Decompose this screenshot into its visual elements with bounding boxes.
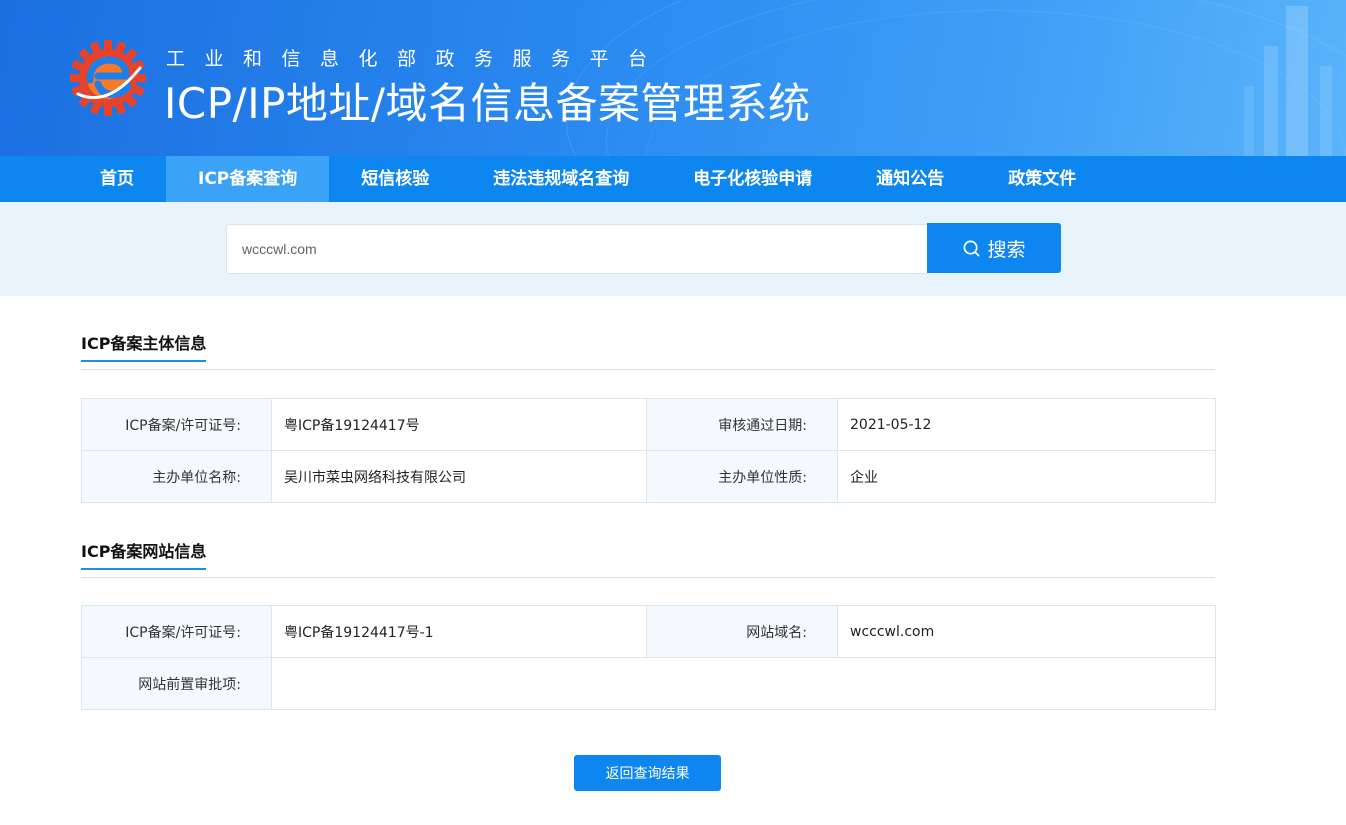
- nav-item-home[interactable]: 首页: [68, 156, 166, 202]
- search-button-label: 搜索: [987, 238, 1026, 261]
- field-value: 2021-05-12: [837, 398, 1216, 451]
- subject-section-header: ICP备案主体信息: [81, 330, 1215, 370]
- search-button[interactable]: 搜索: [927, 223, 1061, 273]
- field-label: 主办单位名称:: [81, 450, 272, 503]
- nav-item-icp-query[interactable]: ICP备案查询: [166, 156, 330, 202]
- field-value: wcccwl.com: [837, 605, 1216, 658]
- field-label: 网站前置审批项:: [81, 657, 272, 710]
- main-nav: 首页 ICP备案查询 短信核验 违法违规域名查询 电子化核验申请 通知公告 政策…: [0, 156, 1346, 202]
- section-title: ICP备案网站信息: [81, 538, 207, 570]
- field-value: [271, 657, 1216, 710]
- table-row: 网站前置审批项:: [81, 657, 1216, 710]
- header-banner: 工业和信息化部政务服务平台 ICP/IP地址/域名信息备案管理系统: [0, 0, 1346, 156]
- website-info-table: ICP备案/许可证号: 粤ICP备19124417号-1 网站域名: wcccw…: [81, 605, 1216, 710]
- field-label: 主办单位性质:: [646, 450, 838, 503]
- field-label: 审核通过日期:: [646, 398, 838, 451]
- nav-item-notices[interactable]: 通知公告: [844, 156, 976, 202]
- search-icon: [964, 240, 980, 256]
- search-band: 搜索: [0, 202, 1346, 296]
- field-label: ICP备案/许可证号:: [81, 398, 272, 451]
- nav-item-policy-docs[interactable]: 政策文件: [976, 156, 1108, 202]
- field-label: 网站域名:: [646, 605, 838, 658]
- table-row: 主办单位名称: 吴川市菜虫网络科技有限公司 主办单位性质: 企业: [81, 450, 1216, 503]
- subject-info-table: ICP备案/许可证号: 粤ICP备19124417号 审核通过日期: 2021-…: [81, 398, 1216, 503]
- banner-decoration: [1320, 66, 1332, 156]
- system-title: ICP/IP地址/域名信息备案管理系统: [164, 79, 811, 128]
- field-label: ICP备案/许可证号:: [81, 605, 272, 658]
- website-section-header: ICP备案网站信息: [81, 538, 1215, 578]
- section-title: ICP备案主体信息: [81, 330, 207, 362]
- nav-item-illegal-domain-query[interactable]: 违法违规域名查询: [461, 156, 661, 202]
- banner-decoration: [1264, 46, 1278, 156]
- field-value: 粤ICP备19124417号: [271, 398, 647, 451]
- banner-decoration: [1244, 86, 1254, 156]
- miit-logo-icon: [70, 40, 146, 116]
- field-value: 吴川市菜虫网络科技有限公司: [271, 450, 647, 503]
- nav-item-sms-verify[interactable]: 短信核验: [329, 156, 461, 202]
- table-row: ICP备案/许可证号: 粤ICP备19124417号 审核通过日期: 2021-…: [81, 398, 1216, 451]
- nav-item-e-verify-apply[interactable]: 电子化核验申请: [661, 156, 844, 202]
- table-row: ICP备案/许可证号: 粤ICP备19124417号-1 网站域名: wcccw…: [81, 605, 1216, 658]
- back-to-results-button[interactable]: 返回查询结果: [574, 755, 721, 791]
- banner-decoration: [1286, 6, 1308, 156]
- field-value: 粤ICP备19124417号-1: [271, 605, 647, 658]
- field-value: 企业: [837, 450, 1216, 503]
- search-input[interactable]: [226, 224, 928, 274]
- platform-subtitle: 工业和信息化部政务服务平台: [166, 48, 667, 70]
